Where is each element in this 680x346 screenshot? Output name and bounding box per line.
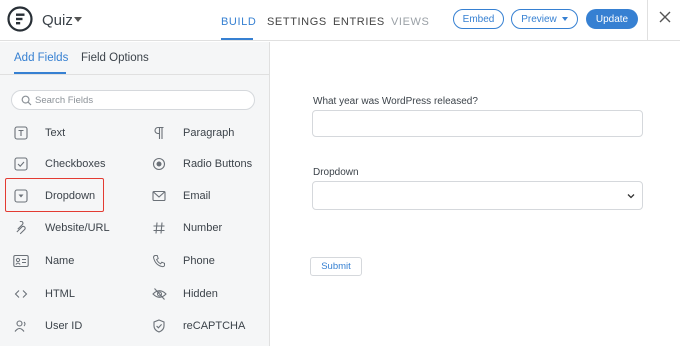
top-bar: Quiz BUILD SETTINGS ENTRIES VIEWS Embed … xyxy=(0,0,680,41)
chevron-down-icon xyxy=(627,194,635,199)
preview-button[interactable]: Preview xyxy=(511,9,578,29)
field-label: Name xyxy=(45,255,75,267)
question-label: What year was WordPress released? xyxy=(313,96,478,107)
eye-slash-icon xyxy=(151,286,167,302)
link-icon xyxy=(13,220,29,236)
field-label: Email xyxy=(183,190,211,202)
field-phone[interactable]: Phone xyxy=(146,249,266,273)
text-icon xyxy=(13,125,29,141)
code-icon xyxy=(13,286,29,302)
paragraph-icon xyxy=(151,125,167,141)
field-hidden[interactable]: Hidden xyxy=(146,282,266,306)
field-checkboxes[interactable]: Checkboxes xyxy=(8,152,128,176)
tab-add-fields[interactable]: Add Fields xyxy=(14,52,68,64)
header-divider xyxy=(647,0,648,41)
submit-button[interactable]: Submit xyxy=(310,257,362,276)
chevron-down-icon[interactable] xyxy=(74,17,82,22)
field-label: Phone xyxy=(183,255,215,267)
close-icon[interactable] xyxy=(658,10,672,24)
field-label: Checkboxes xyxy=(45,158,106,170)
embed-button-label: Embed xyxy=(462,13,495,25)
dropdown-select[interactable] xyxy=(312,181,643,210)
field-user-id[interactable]: User ID xyxy=(8,314,128,338)
search-input[interactable] xyxy=(35,92,245,108)
field-label: reCAPTCHA xyxy=(183,320,246,332)
email-icon xyxy=(151,188,167,204)
field-number[interactable]: Number xyxy=(146,216,266,240)
nav-settings[interactable]: SETTINGS xyxy=(267,16,327,28)
nav-entries[interactable]: ENTRIES xyxy=(333,16,385,28)
search-field[interactable] xyxy=(11,90,255,110)
chevron-down-icon xyxy=(561,17,568,21)
fields-sidebar: Add Fields Field Options Text Checkboxes… xyxy=(0,42,270,346)
field-label: Paragraph xyxy=(183,127,235,139)
field-label: User ID xyxy=(45,320,83,332)
field-name[interactable]: Name xyxy=(8,249,128,273)
hash-icon xyxy=(151,220,167,236)
field-radio-buttons[interactable]: Radio Buttons xyxy=(146,152,266,176)
field-recaptcha[interactable]: reCAPTCHA xyxy=(146,314,266,338)
dropdown-highlight-box xyxy=(5,178,104,212)
preview-button-label: Preview xyxy=(521,13,557,25)
nav-views[interactable]: VIEWS xyxy=(391,16,429,28)
checkbox-icon xyxy=(13,156,29,172)
field-label: Website/URL xyxy=(45,222,110,234)
name-card-icon xyxy=(13,253,29,269)
radio-icon xyxy=(151,156,167,172)
update-button-label: Update xyxy=(595,13,629,25)
field-website-url[interactable]: Website/URL xyxy=(8,216,128,240)
field-label: Number xyxy=(183,222,223,234)
update-button[interactable]: Update xyxy=(586,9,638,29)
field-label: Hidden xyxy=(183,288,218,300)
shield-check-icon xyxy=(151,318,167,334)
field-text[interactable]: Text xyxy=(8,121,128,145)
tabs-divider xyxy=(0,74,270,75)
field-paragraph[interactable]: Paragraph xyxy=(146,121,266,145)
field-html[interactable]: HTML xyxy=(8,282,128,306)
submit-button-label: Submit xyxy=(321,261,351,272)
phone-icon xyxy=(151,253,167,269)
formidable-logo-icon[interactable] xyxy=(7,6,33,32)
field-email[interactable]: Email xyxy=(146,184,266,208)
embed-button[interactable]: Embed xyxy=(453,9,504,29)
form-title[interactable]: Quiz xyxy=(42,12,73,29)
tab-field-options[interactable]: Field Options xyxy=(81,52,149,64)
nav-active-indicator xyxy=(221,38,253,40)
dropdown-label: Dropdown xyxy=(313,167,359,178)
question-text-input[interactable] xyxy=(312,110,643,137)
field-label: HTML xyxy=(45,288,75,300)
search-icon xyxy=(21,95,32,106)
nav-build[interactable]: BUILD xyxy=(221,16,256,28)
field-label: Text xyxy=(45,127,66,139)
user-icon xyxy=(13,318,29,334)
field-label: Radio Buttons xyxy=(183,158,253,170)
